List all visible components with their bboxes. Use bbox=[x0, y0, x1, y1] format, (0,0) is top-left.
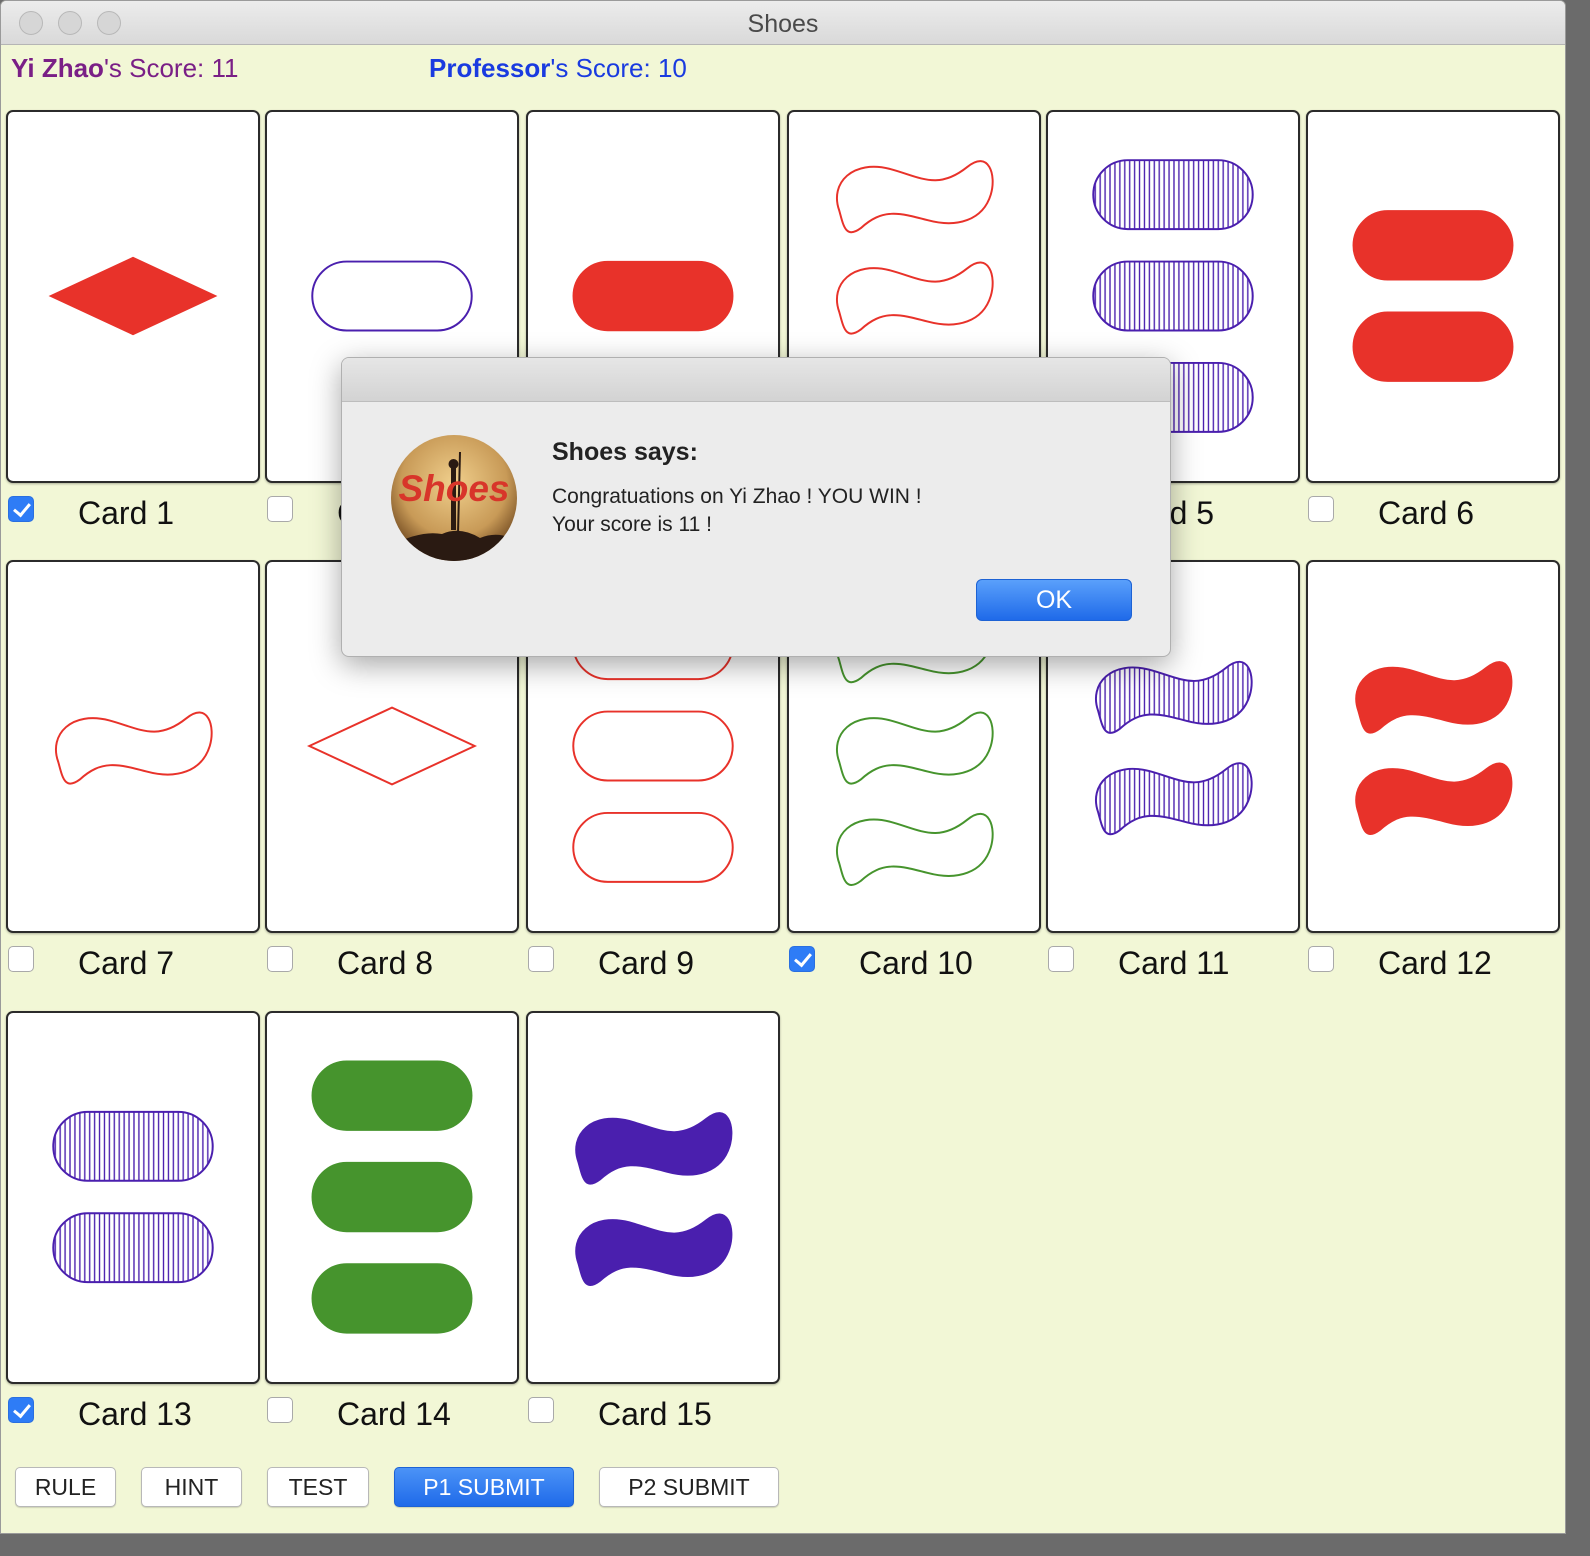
oval-shape bbox=[572, 811, 734, 883]
squiggle-shape bbox=[836, 812, 994, 886]
oval-shape bbox=[311, 1060, 473, 1131]
card-9-label: Card 9 bbox=[598, 945, 695, 981]
card-14[interactable] bbox=[265, 1011, 519, 1384]
hint-button[interactable]: HINT bbox=[141, 1467, 242, 1507]
card-1[interactable] bbox=[6, 110, 260, 483]
squiggle-shape bbox=[1095, 660, 1253, 734]
window-title: Shoes bbox=[747, 10, 819, 38]
card-2-checkbox[interactable] bbox=[267, 496, 293, 522]
oval-shape bbox=[311, 1263, 473, 1334]
alert-dialog: Shoes Shoes says: Congratuations on Yi Z… bbox=[341, 357, 1171, 657]
player2-score: Professor's Score: 10 bbox=[429, 53, 687, 84]
card-14-shapes bbox=[311, 1060, 473, 1334]
card-15-label: Card 15 bbox=[598, 1396, 712, 1432]
card-7[interactable] bbox=[6, 560, 260, 933]
squiggle-shape bbox=[1095, 762, 1253, 836]
p2-submit-button[interactable]: P2 SUBMIT bbox=[599, 1467, 779, 1507]
ok-button[interactable]: OK bbox=[976, 579, 1132, 621]
card-8-label: Card 8 bbox=[337, 945, 434, 981]
shoes-logo-icon: Shoes bbox=[391, 435, 517, 561]
rule-button[interactable]: RULE bbox=[15, 1467, 116, 1507]
card-6-checkbox[interactable] bbox=[1308, 496, 1334, 522]
card-1-label: Card 1 bbox=[78, 495, 175, 531]
card-15-shapes bbox=[575, 1112, 733, 1287]
oval-shape bbox=[572, 710, 734, 782]
card-6[interactable] bbox=[1306, 110, 1560, 483]
card-14-label: Card 14 bbox=[337, 1396, 451, 1432]
squiggle-shape bbox=[575, 1213, 733, 1287]
squiggle-shape bbox=[836, 160, 994, 234]
card-9-checkbox[interactable] bbox=[528, 946, 554, 972]
card-15[interactable] bbox=[526, 1011, 780, 1384]
card-6-shapes bbox=[1352, 210, 1514, 382]
oval-shape bbox=[52, 1110, 214, 1182]
card-7-checkbox[interactable] bbox=[8, 946, 34, 972]
oval-shape bbox=[1352, 210, 1514, 281]
card-12[interactable] bbox=[1306, 560, 1560, 933]
diamond-shape bbox=[48, 256, 218, 336]
diamond-shape bbox=[306, 706, 478, 786]
card-8-checkbox[interactable] bbox=[267, 946, 293, 972]
p1-submit-button[interactable]: P1 SUBMIT bbox=[394, 1467, 574, 1507]
test-button[interactable]: TEST bbox=[267, 1467, 369, 1507]
dialog-message-line1: Congratuations on Yi Zhao ! YOU WIN ! bbox=[552, 485, 922, 508]
card-11-checkbox[interactable] bbox=[1048, 946, 1074, 972]
app-window: Shoes Yi Zhao's Score: 11 Professor's Sc… bbox=[0, 0, 1566, 1534]
card-13-checkbox[interactable] bbox=[8, 1397, 34, 1423]
player1-name: Yi Zhao bbox=[11, 53, 104, 83]
dialog-heading: Shoes says: bbox=[552, 438, 698, 466]
oval-shape bbox=[1092, 260, 1254, 332]
squiggle-shape bbox=[836, 261, 994, 335]
card-7-shapes bbox=[55, 711, 213, 785]
logo-text: Shoes bbox=[398, 468, 509, 509]
player2-name: Professor bbox=[429, 53, 551, 83]
oval-shape bbox=[311, 260, 473, 332]
squiggle-shape bbox=[1355, 762, 1513, 836]
player2-score-text: 's Score: 10 bbox=[550, 53, 687, 83]
dialog-message-line2: Your score is 11 ! bbox=[552, 513, 712, 536]
squiggle-shape bbox=[55, 711, 213, 785]
squiggle-shape bbox=[836, 711, 994, 785]
oval-shape bbox=[1092, 159, 1254, 231]
card-12-shapes bbox=[1355, 661, 1513, 836]
card-15-checkbox[interactable] bbox=[528, 1397, 554, 1423]
card-6-label: Card 6 bbox=[1378, 495, 1475, 531]
card-13-label: Card 13 bbox=[78, 1396, 192, 1432]
card-11-label: Card 11 bbox=[1118, 945, 1230, 981]
card-13[interactable] bbox=[6, 1011, 260, 1384]
card-10-checkbox[interactable] bbox=[789, 946, 815, 972]
dialog-title-bar bbox=[342, 358, 1170, 402]
oval-shape bbox=[311, 1161, 473, 1233]
squiggle-shape bbox=[1355, 661, 1513, 734]
squiggle-shape bbox=[575, 1112, 733, 1185]
card-10-label: Card 10 bbox=[859, 945, 973, 981]
card-7-label: Card 7 bbox=[78, 945, 175, 981]
oval-shape bbox=[1352, 311, 1514, 382]
player1-score-text: 's Score: 11 bbox=[103, 53, 239, 83]
player1-score: Yi Zhao's Score: 11 bbox=[11, 53, 238, 84]
oval-shape bbox=[52, 1212, 214, 1284]
card-12-checkbox[interactable] bbox=[1308, 946, 1334, 972]
card-13-shapes bbox=[52, 1110, 214, 1284]
card-14-checkbox[interactable] bbox=[267, 1397, 293, 1423]
card-12-label: Card 12 bbox=[1378, 945, 1492, 981]
card-1-checkbox[interactable] bbox=[8, 496, 34, 522]
title-bar: Shoes bbox=[1, 1, 1565, 45]
oval-shape bbox=[572, 260, 734, 332]
card-1-shapes bbox=[48, 256, 218, 336]
